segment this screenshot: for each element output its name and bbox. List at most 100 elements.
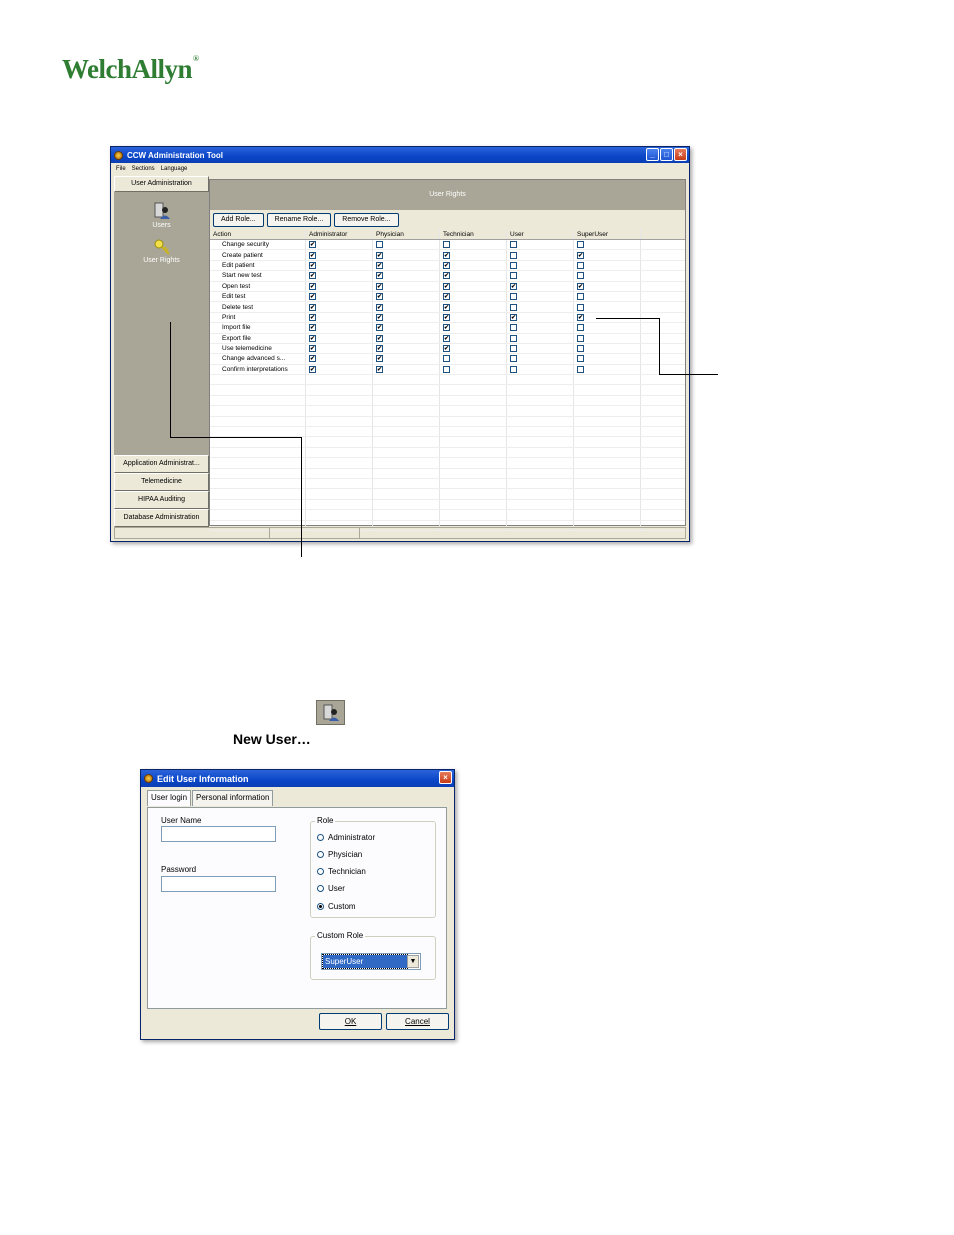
permission-checkbox[interactable] (443, 261, 450, 269)
permission-checkbox[interactable] (309, 365, 316, 373)
nav-users[interactable]: Users (114, 202, 209, 229)
col-physician[interactable]: Physician (373, 229, 440, 239)
permission-checkbox[interactable] (376, 355, 383, 363)
permission-checkbox[interactable] (577, 324, 584, 332)
section-user-administration[interactable]: User Administration (114, 176, 209, 192)
section-application-administration[interactable]: Application Administrat... (114, 455, 209, 473)
permission-checkbox[interactable] (510, 345, 517, 353)
permission-checkbox[interactable] (510, 324, 517, 332)
dialog-titlebar[interactable]: Edit User Information × (141, 770, 454, 787)
permission-checkbox[interactable] (443, 313, 450, 321)
permission-checkbox[interactable] (376, 365, 383, 373)
permission-checkbox[interactable] (577, 365, 584, 373)
permission-checkbox[interactable] (510, 365, 517, 373)
section-database-administration[interactable]: Database Administration (114, 509, 209, 527)
role-technician-radio[interactable]: Technician (317, 867, 366, 876)
permission-checkbox[interactable] (309, 261, 316, 269)
permission-checkbox[interactable] (577, 313, 584, 321)
permission-checkbox[interactable] (577, 251, 584, 259)
permission-checkbox[interactable] (577, 345, 584, 353)
user-name-input[interactable] (161, 826, 276, 842)
custom-role-select[interactable]: SuperUser ▼ (321, 953, 421, 970)
permission-checkbox[interactable] (376, 261, 383, 269)
permission-checkbox[interactable] (309, 293, 316, 301)
permission-checkbox[interactable] (309, 282, 316, 290)
tab-user-login[interactable]: User login (147, 790, 192, 806)
permission-checkbox[interactable] (376, 313, 383, 321)
permission-checkbox[interactable] (443, 293, 450, 301)
main-titlebar[interactable]: CCW Administration Tool _ □ × (111, 147, 689, 163)
permission-checkbox[interactable] (376, 334, 383, 342)
maximize-icon[interactable]: □ (660, 148, 673, 161)
permission-checkbox[interactable] (577, 282, 584, 290)
rename-role-button[interactable]: Rename Role... (266, 212, 332, 227)
add-role-button[interactable]: Add Role... (213, 212, 264, 227)
permission-checkbox[interactable] (510, 355, 517, 363)
permission-checkbox[interactable] (577, 261, 584, 269)
nav-user-rights[interactable]: User Rights (114, 239, 209, 264)
permission-checkbox[interactable] (510, 293, 517, 301)
cancel-button[interactable]: Cancel (386, 1013, 449, 1030)
col-technician[interactable]: Technician (440, 229, 507, 239)
close-icon[interactable]: × (439, 771, 452, 784)
section-hipaa-auditing[interactable]: HIPAA Auditing (114, 491, 209, 509)
permission-checkbox[interactable] (510, 303, 517, 311)
permission-checkbox[interactable] (309, 241, 316, 249)
ok-button[interactable]: OK (319, 1013, 382, 1030)
permission-checkbox[interactable] (309, 251, 316, 259)
permission-checkbox[interactable] (376, 345, 383, 353)
permission-checkbox[interactable] (443, 345, 450, 353)
col-superuser[interactable]: SuperUser (574, 229, 641, 239)
permission-checkbox[interactable] (376, 251, 383, 259)
permission-checkbox[interactable] (376, 324, 383, 332)
permission-checkbox[interactable] (443, 365, 450, 373)
permission-checkbox[interactable] (510, 334, 517, 342)
permission-checkbox[interactable] (510, 261, 517, 269)
col-action[interactable]: Action (210, 229, 306, 239)
permission-checkbox[interactable] (510, 272, 517, 280)
menu-sections[interactable]: Sections (132, 166, 155, 172)
permission-checkbox[interactable] (510, 241, 517, 249)
col-user[interactable]: User (507, 229, 574, 239)
role-custom-radio[interactable]: Custom (317, 902, 356, 911)
role-physician-radio[interactable]: Physician (317, 850, 362, 859)
permission-checkbox[interactable] (577, 272, 584, 280)
permission-checkbox[interactable] (376, 241, 383, 249)
minimize-icon[interactable]: _ (646, 148, 659, 161)
permission-checkbox[interactable] (376, 282, 383, 290)
permission-checkbox[interactable] (376, 272, 383, 280)
permission-checkbox[interactable] (577, 303, 584, 311)
chevron-down-icon[interactable]: ▼ (407, 955, 419, 968)
permission-checkbox[interactable] (443, 303, 450, 311)
col-administrator[interactable]: Administrator (306, 229, 373, 239)
permission-checkbox[interactable] (443, 334, 450, 342)
permission-checkbox[interactable] (443, 282, 450, 290)
permission-checkbox[interactable] (309, 272, 316, 280)
permission-checkbox[interactable] (443, 251, 450, 259)
permission-checkbox[interactable] (577, 334, 584, 342)
permission-checkbox[interactable] (443, 355, 450, 363)
permission-checkbox[interactable] (309, 334, 316, 342)
permission-checkbox[interactable] (309, 313, 316, 321)
permission-checkbox[interactable] (376, 303, 383, 311)
role-administrator-radio[interactable]: Administrator (317, 833, 375, 842)
password-input[interactable] (161, 876, 276, 892)
permission-checkbox[interactable] (376, 293, 383, 301)
permission-checkbox[interactable] (443, 272, 450, 280)
permission-checkbox[interactable] (577, 241, 584, 249)
permission-checkbox[interactable] (510, 313, 517, 321)
permission-checkbox[interactable] (309, 324, 316, 332)
remove-role-button[interactable]: Remove Role... (334, 212, 399, 227)
permission-checkbox[interactable] (510, 282, 517, 290)
menu-file[interactable]: File (116, 166, 126, 172)
permission-checkbox[interactable] (577, 293, 584, 301)
permission-checkbox[interactable] (443, 324, 450, 332)
tab-personal-information[interactable]: Personal information (192, 790, 274, 806)
permission-checkbox[interactable] (309, 345, 316, 353)
permission-checkbox[interactable] (309, 355, 316, 363)
menu-language[interactable]: Language (161, 166, 188, 172)
role-user-radio[interactable]: User (317, 884, 345, 893)
permission-checkbox[interactable] (443, 241, 450, 249)
permission-checkbox[interactable] (510, 251, 517, 259)
permission-checkbox[interactable] (309, 303, 316, 311)
